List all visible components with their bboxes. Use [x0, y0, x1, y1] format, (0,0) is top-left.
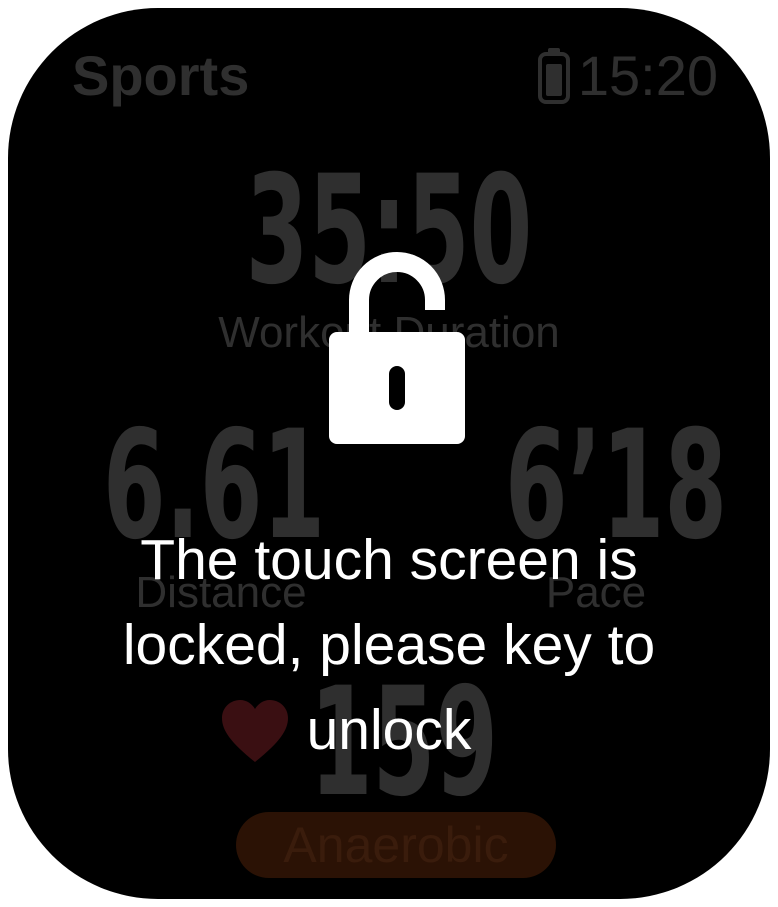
watch-screen: Sports 15:20 35:50 Workout Duration 6.61… — [8, 8, 770, 899]
lock-icon — [329, 252, 465, 444]
clock-time: 15:20 — [577, 44, 718, 107]
heart-rate-zone-badge: Anaerobic — [236, 812, 556, 878]
lock-message: The touch screen is locked, please key t… — [122, 528, 656, 762]
app-title: Sports — [72, 44, 250, 107]
battery-icon — [537, 48, 570, 104]
status-bar: 15:20 — [537, 44, 718, 108]
